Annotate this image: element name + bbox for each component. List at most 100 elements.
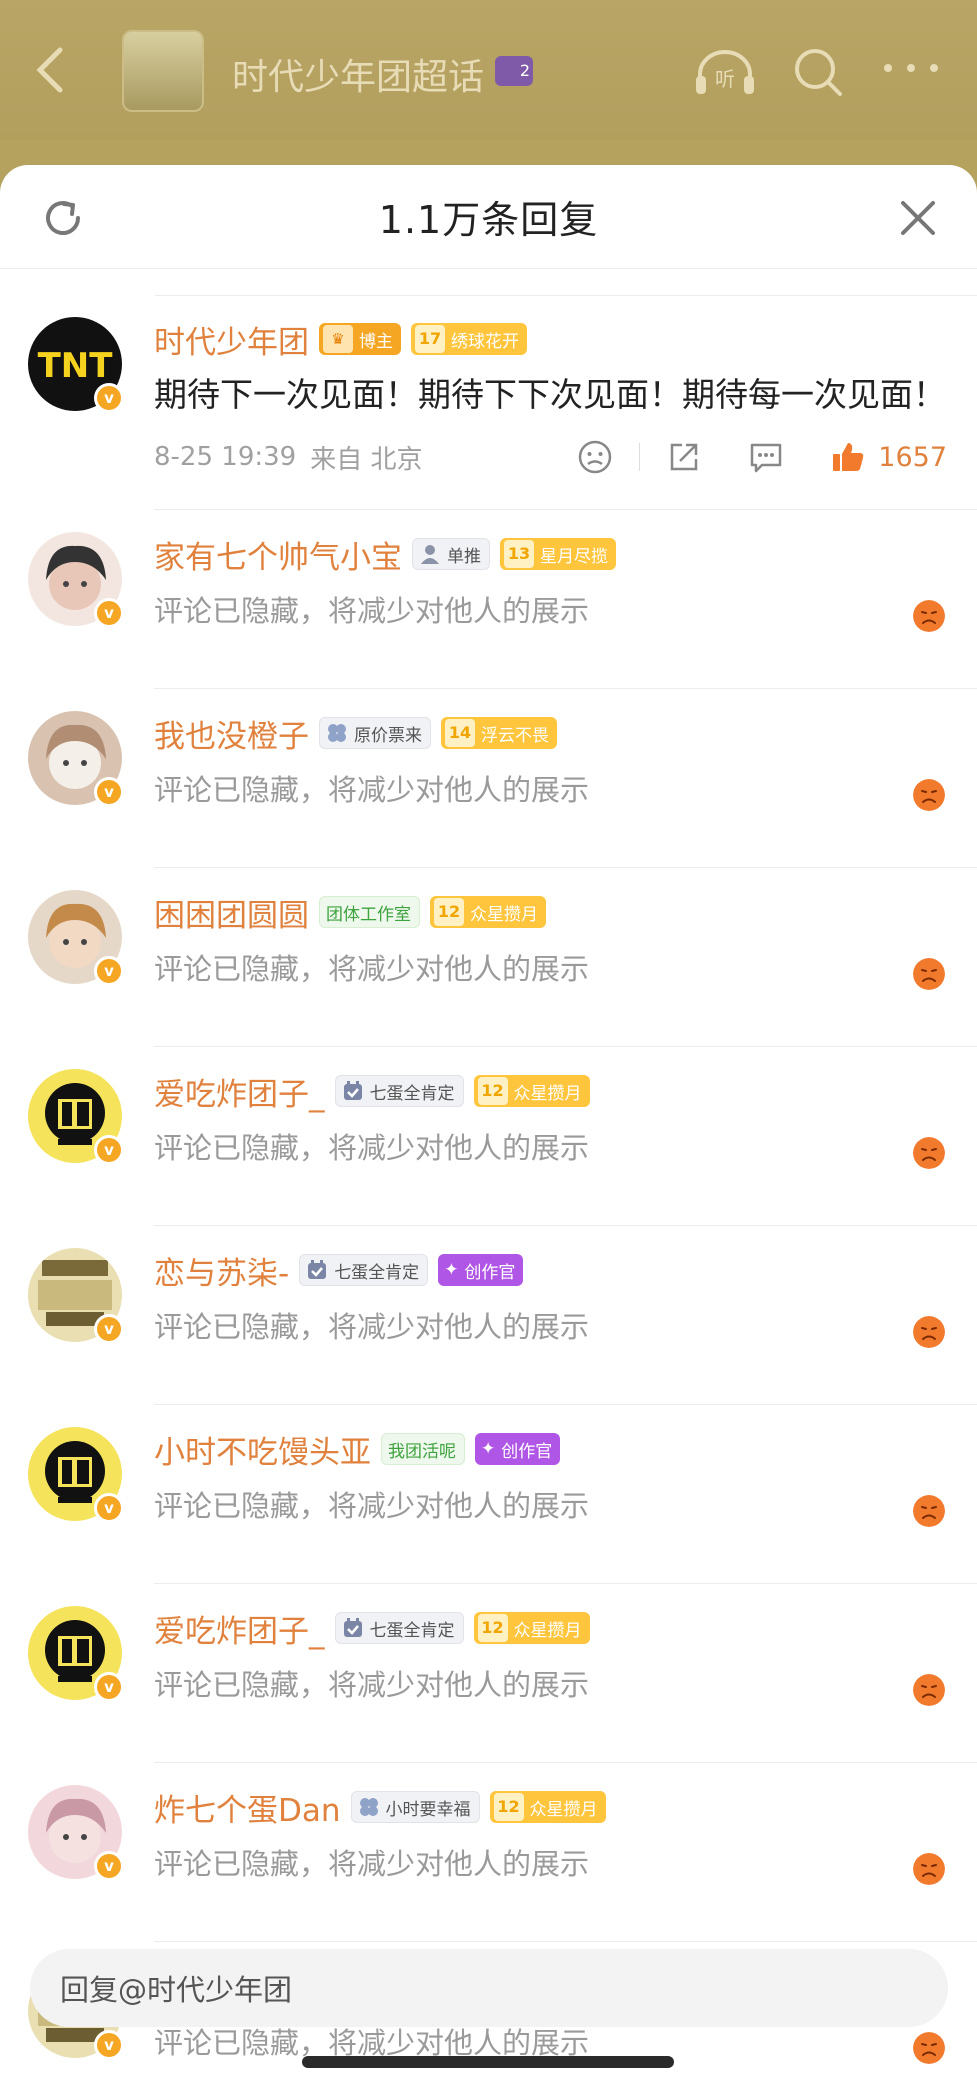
close-icon[interactable]	[897, 197, 939, 239]
sad-face-icon[interactable]	[913, 958, 945, 990]
creator-icon: ✦	[444, 1260, 459, 1280]
username[interactable]: 时代少年团	[154, 317, 309, 362]
sad-face-icon[interactable]	[913, 1853, 945, 1885]
more-icon[interactable]	[880, 58, 942, 78]
user-tag-badge: 团体工作室	[319, 896, 420, 928]
verified-badge-icon: v	[94, 1314, 124, 1344]
hidden-comment-notice: 评论已隐藏，将减少对他人的展示	[154, 594, 590, 628]
user-tag-badge: 单推	[412, 538, 490, 570]
avatar[interactable]: v	[28, 1785, 124, 1881]
comment-item[interactable]: v 爱吃炸团子_ 七蛋全肯定 12 众星攒月评论已隐藏，将减少对他人的展示	[0, 1047, 977, 1226]
user-tag-badge: 小时要幸福	[350, 1791, 480, 1823]
comment-location: 来自 北京	[310, 444, 423, 475]
sheet-header: 1.1万条回复	[0, 165, 977, 269]
reply-input[interactable]: 回复@时代少年团	[30, 1949, 948, 2027]
verified-badge-icon: v	[94, 1672, 124, 1702]
fan-level-badge: 13 星月尽揽	[500, 538, 616, 570]
avatar[interactable]: v	[28, 532, 124, 628]
username[interactable]: 困困团圆圆	[154, 890, 309, 935]
dislike-face-icon[interactable]	[577, 439, 613, 475]
username[interactable]: 家有七个帅气小宝	[154, 532, 402, 577]
username[interactable]: 炸七个蛋Dan	[154, 1785, 341, 1830]
verified-badge-icon: v	[94, 1851, 124, 1881]
comment-item[interactable]: v 家有七个帅气小宝 单推 13 星月尽揽评论已隐藏，将减少对他人的展示	[0, 510, 977, 689]
search-icon[interactable]	[790, 44, 846, 100]
verified-badge-icon: v	[94, 777, 124, 807]
avatar[interactable]: v	[28, 1069, 124, 1165]
divider	[639, 443, 641, 471]
like-thumb-icon[interactable]	[830, 439, 866, 475]
verified-badge-icon: v	[94, 1493, 124, 1523]
avatar[interactable]: v	[28, 1606, 124, 1702]
calendar-check-icon	[343, 1081, 362, 1100]
username[interactable]: 爱吃炸团子_	[154, 1606, 325, 1651]
comment-item[interactable]: v 小时不吃馒头亚 我团活呢 ✦ 创作官 评论已隐藏，将减少对他人的展示	[0, 1405, 977, 1584]
user-tag-badge: 七蛋全肯定	[299, 1254, 429, 1286]
comment-item[interactable]: v 我也没橙子 原价票来 14 浮云不畏 评论已隐藏，将减少对他人的展示	[0, 689, 977, 868]
calendar-check-icon	[308, 1260, 327, 1279]
sad-face-icon[interactable]	[913, 1495, 945, 1527]
hidden-comment-notice: 评论已隐藏，将减少对他人的展示	[154, 1131, 590, 1165]
avatar[interactable]: v	[28, 890, 124, 986]
comment-item[interactable]: v 炸七个蛋Dan 小时要幸福 12 众星攒月 评论已隐藏，将减少对他人的展示	[0, 1763, 977, 1942]
creator-badge: ✦创作官	[438, 1254, 524, 1286]
clover-icon	[359, 1798, 378, 1816]
username[interactable]: 我也没橙子	[154, 711, 309, 756]
sheet-title: 1.1万条回复	[378, 198, 599, 242]
comment-icon[interactable]	[748, 439, 784, 475]
share-icon[interactable]	[666, 439, 702, 475]
sad-face-icon[interactable]	[913, 1137, 945, 1169]
clover-icon	[328, 724, 346, 742]
comment-list: TNT v 时代少年团 ♛ 博主 17 绣球花开 期待下一次见面！期待下下次见面…	[0, 295, 977, 2082]
sad-face-icon[interactable]	[913, 779, 945, 811]
fan-level-badge: 12 众星攒月	[473, 1612, 590, 1644]
comment-item[interactable]: v 爱吃炸团子_ 七蛋全肯定 12 众星攒月 评论已隐藏，将减少对他人的展示	[0, 1584, 977, 1763]
background-header: 时代少年团超话 2 听	[0, 0, 977, 140]
home-indicator[interactable]	[302, 2056, 674, 2068]
sad-face-icon[interactable]	[913, 600, 945, 632]
avatar[interactable]: v	[28, 711, 124, 807]
sad-face-icon[interactable]	[913, 1674, 945, 1706]
verified-badge-icon: v	[94, 1135, 124, 1165]
user-tag-badge: 我团活呢	[381, 1433, 465, 1465]
like-count: 1657	[878, 441, 947, 473]
username[interactable]: 小时不吃馒头亚	[154, 1427, 371, 1472]
user-tag-badge: 七蛋全肯定	[334, 1612, 464, 1644]
svg-text:TNT: TNT	[38, 346, 114, 386]
avatar[interactable]: v	[28, 1427, 124, 1523]
fan-level-badge: 12 众星攒月	[473, 1075, 590, 1107]
topic-title: 时代少年团超话	[232, 57, 485, 98]
username[interactable]: 爱吃炸团子_	[154, 1069, 325, 1114]
avatar[interactable]: v	[28, 1248, 124, 1344]
topic-thumbnail[interactable]	[122, 30, 204, 112]
comment-item[interactable]: v 恋与苏柒- 七蛋全肯定 ✦创作官评论已隐藏，将减少对他人的展示	[0, 1226, 977, 1405]
comment-text: 期待下一次见面！期待下下次见面！期待每一次见面！	[154, 375, 946, 414]
comment-time: 8-25 19:39	[154, 442, 297, 472]
hidden-comment-notice: 评论已隐藏，将减少对他人的展示	[154, 1489, 590, 1523]
comment-item[interactable]: v 困困团圆圆 团体工作室 12 众星攒月评论已隐藏，将减少对他人的展示	[0, 868, 977, 1047]
creator-icon: ✦	[481, 1439, 496, 1459]
listen-headphones-icon[interactable]: 听	[690, 46, 760, 96]
person-icon	[421, 545, 439, 564]
hidden-comment-notice: 评论已隐藏，将减少对他人的展示	[154, 952, 590, 986]
crown-icon: ♛	[323, 325, 353, 353]
comment-item-blogger[interactable]: TNT v 时代少年团 ♛ 博主 17 绣球花开 期待下一次见面！期待下下次见面…	[0, 295, 977, 510]
refresh-icon[interactable]	[40, 195, 86, 241]
blogger-badge: ♛ 博主	[319, 323, 401, 355]
fan-level-badge: 12 众星攒月	[430, 896, 546, 928]
fan-level-badge: 17 绣球花开	[411, 323, 527, 355]
fan-level-badge: 12 众星攒月	[489, 1791, 606, 1823]
reply-sheet: 1.1万条回复 TNT v 时代少年团 ♛ 博主 17 绣球花开 期待下一次见面…	[0, 165, 977, 2082]
hidden-comment-notice: 评论已隐藏，将减少对他人的展示	[154, 1310, 590, 1344]
sad-face-icon[interactable]	[913, 2032, 945, 2064]
svg-text:听: 听	[715, 67, 735, 91]
reply-placeholder: 回复@时代少年团	[60, 1973, 293, 2007]
user-tag-badge: 原价票来	[319, 717, 431, 749]
username[interactable]: 恋与苏柒-	[154, 1248, 289, 1293]
avatar[interactable]: TNT v	[28, 317, 124, 413]
back-arrow-icon[interactable]	[30, 45, 70, 95]
user-tag-badge: 七蛋全肯定	[334, 1075, 464, 1107]
sad-face-icon[interactable]	[913, 1316, 945, 1348]
verified-badge-icon: v	[94, 956, 124, 986]
topic-level-badge: 2	[495, 56, 533, 86]
